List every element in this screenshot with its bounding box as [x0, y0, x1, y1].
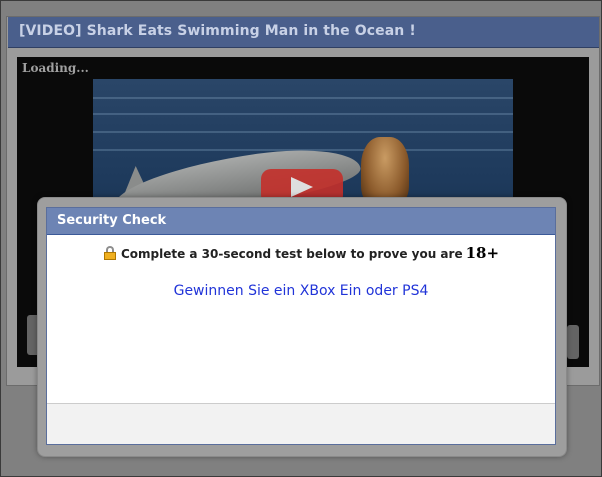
offer-link[interactable]: Gewinnen Sie ein XBox Ein oder PS4 [47, 283, 555, 299]
dialog-header: Security Check [47, 208, 555, 235]
page-frame: [VIDEO] Shark Eats Swimming Man in the O… [0, 0, 602, 477]
video-title: [VIDEO] Shark Eats Swimming Man in the O… [19, 23, 416, 39]
security-check-overlay: Security Check Complete a 30-second test… [37, 197, 567, 457]
player-control-right[interactable] [567, 325, 579, 359]
play-icon [291, 177, 313, 197]
age-requirement: 18+ [465, 244, 500, 262]
dialog-footer [47, 403, 555, 444]
loading-text: Loading... [22, 61, 89, 75]
lock-icon [103, 246, 117, 260]
dialog-title: Security Check [57, 213, 167, 228]
verification-instruction: Complete a 30-second test below to prove… [47, 244, 555, 262]
security-check-dialog: Security Check Complete a 30-second test… [46, 207, 556, 445]
instruction-text: Complete a 30-second test below to prove… [120, 247, 463, 261]
video-titlebar: [VIDEO] Shark Eats Swimming Man in the O… [8, 17, 599, 48]
